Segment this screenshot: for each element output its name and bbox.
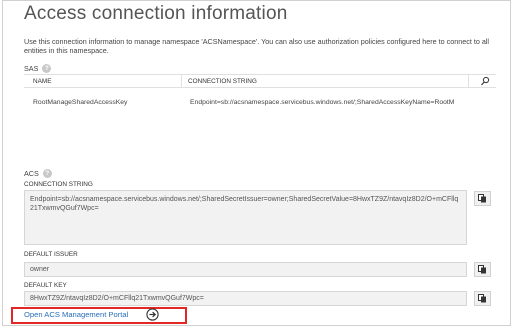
default-issuer-field[interactable]: owner — [24, 262, 467, 277]
help-icon[interactable]: ? — [42, 64, 52, 73]
copy-icon — [478, 265, 486, 274]
copy-default-issuer-button[interactable] — [474, 262, 491, 277]
column-header-name[interactable]: NAME — [33, 75, 51, 89]
copy-icon — [478, 294, 486, 303]
arrow-right-circle-icon[interactable] — [146, 308, 159, 321]
default-key-label: DEFAULT KEY — [24, 282, 67, 289]
help-icon[interactable]: ? — [42, 169, 52, 178]
connection-string-field[interactable]: Endpoint=sb://acsnamespace.servicebus.wi… — [24, 190, 467, 245]
connection-info-dialog: Access connection information Use this c… — [2, 0, 511, 326]
column-divider — [181, 75, 182, 88]
sas-row-connection-string[interactable]: Endpoint=sb://acsnamespace.servicebus.wi… — [190, 99, 496, 106]
sas-table-header: NAME CONNECTION STRING — [24, 74, 496, 88]
default-issuer-label: DEFAULT ISSUER — [24, 251, 78, 258]
sas-section-label: SAS ? — [24, 64, 52, 73]
connection-string-label: CONNECTION STRING — [24, 181, 93, 188]
page-description: Use this connection information to manag… — [24, 37, 490, 55]
sas-label: SAS — [24, 64, 39, 73]
search-icon[interactable] — [480, 76, 490, 87]
default-key-field[interactable]: 8HwxTZ9Z/ntavqIz8D2/O+mCFllq21TxwmvQGuf7… — [24, 291, 467, 306]
open-acs-portal-link[interactable]: Open ACS Management Portal — [24, 310, 128, 319]
column-header-connection-string[interactable]: CONNECTION STRING — [188, 75, 257, 89]
sas-row-name[interactable]: RootManageSharedAccessKey — [33, 99, 183, 106]
copy-default-key-button[interactable] — [474, 291, 491, 306]
acs-label: ACS — [24, 169, 39, 178]
acs-section-label: ACS ? — [24, 169, 52, 178]
copy-connection-string-button[interactable] — [474, 191, 491, 206]
column-divider — [468, 75, 469, 88]
copy-icon — [478, 194, 486, 203]
page-title: Access connection information — [24, 3, 288, 24]
